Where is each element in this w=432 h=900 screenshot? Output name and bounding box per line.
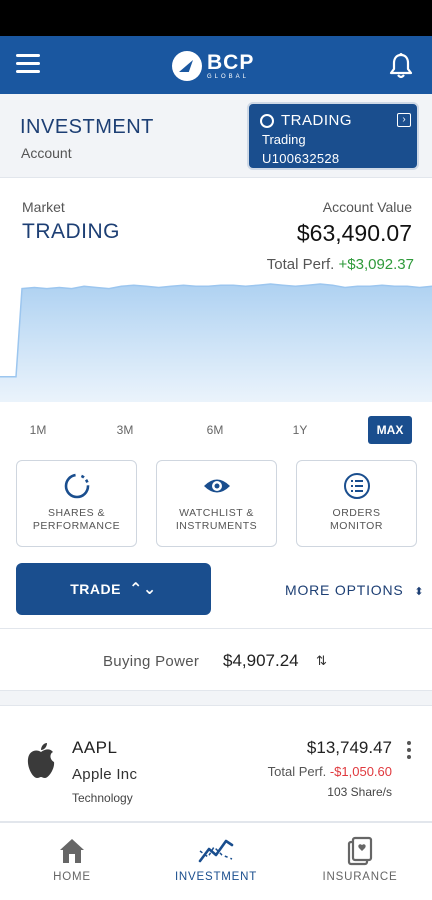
- position-perf-label: Total Perf.: [267, 764, 327, 779]
- nav-insurance[interactable]: INSURANCE: [288, 823, 432, 900]
- sort-arrows-icon: ⬍: [414, 586, 425, 598]
- range-3m[interactable]: 3M: [105, 416, 145, 444]
- range-1y[interactable]: 1Y: [280, 416, 320, 444]
- account-value: $63,490.07: [296, 220, 412, 246]
- shares-performance-icon: [64, 473, 89, 499]
- bell-icon[interactable]: [388, 52, 414, 80]
- buying-power-row[interactable]: Buying Power $4,907.24 ⇅: [0, 628, 432, 691]
- account-section: INVESTMENT Account TRADING Trading U1006…: [0, 94, 432, 178]
- bottom-navigation: HOME INVESTMENT INSURANCE: [0, 822, 432, 900]
- hamburger-menu-icon[interactable]: [16, 54, 40, 76]
- bcp-logo: BCP GLOBAL: [172, 50, 254, 82]
- tile-label-line1: SHARES &: [47, 507, 106, 519]
- account-title: INVESTMENT: [20, 116, 154, 138]
- swap-arrows-icon[interactable]: ⇅: [316, 653, 327, 669]
- total-performance: Total Perf. +$3,092.37: [267, 256, 414, 273]
- account-type: Trading: [262, 132, 306, 147]
- quick-actions: SHARES & PERFORMANCE WATCHLIST & INSTRUM…: [16, 460, 417, 548]
- range-max[interactable]: MAX: [368, 416, 412, 444]
- account-id: U100632528: [262, 151, 340, 166]
- market-value: TRADING: [22, 220, 120, 243]
- total-perf-value: +$3,092.37: [338, 256, 415, 273]
- switch-account-icon[interactable]: ›: [397, 113, 411, 127]
- orders-monitor-tile[interactable]: ORDERS MONITOR: [296, 460, 417, 547]
- position-ticker: AAPL: [72, 738, 118, 757]
- position-company: Apple Inc: [72, 766, 138, 783]
- section-divider: [0, 691, 432, 706]
- account-name: TRADING: [281, 112, 352, 129]
- trade-button[interactable]: TRADE ⌃⌄: [16, 563, 211, 615]
- time-range-selector: 1M 3M 6M 1Y MAX: [0, 414, 432, 446]
- total-perf-label: Total Perf.: [266, 256, 335, 273]
- tile-label-line2: MONITOR: [330, 520, 383, 532]
- tile-label-line2: INSTRUMENTS: [175, 520, 258, 532]
- performance-chart[interactable]: [0, 280, 432, 402]
- watchlist-tile[interactable]: WATCHLIST & INSTRUMENTS: [156, 460, 277, 547]
- status-bar: [0, 0, 432, 36]
- logo-mark-icon: [172, 51, 202, 81]
- chart-line-icon: [198, 839, 234, 863]
- apple-logo-icon: [27, 743, 55, 778]
- chevron-up-down-icon: ⌃⌄: [128, 581, 157, 598]
- account-value-label: Account Value: [322, 199, 412, 215]
- position-perf-value: -$1,050.60: [329, 764, 392, 779]
- market-label: Market: [22, 199, 65, 215]
- nav-home[interactable]: HOME: [0, 823, 144, 900]
- tile-label-line1: WATCHLIST &: [179, 507, 254, 519]
- home-icon: [60, 839, 84, 863]
- nav-home-label: HOME: [53, 871, 91, 883]
- insurance-card-icon: [347, 836, 373, 866]
- position-sector: Technology: [72, 791, 133, 805]
- trade-button-label: TRADE: [70, 581, 121, 597]
- shares-performance-tile[interactable]: SHARES & PERFORMANCE: [16, 460, 137, 547]
- radio-circle-icon: [260, 114, 274, 128]
- logo-subtext: GLOBAL: [207, 74, 250, 80]
- nav-investment[interactable]: INVESTMENT: [144, 823, 288, 900]
- buying-power-label: Buying Power: [103, 653, 200, 670]
- app-header: BCP GLOBAL: [0, 36, 432, 94]
- buying-power-value: $4,907.24: [223, 651, 299, 670]
- position-performance: Total Perf. -$1,050.60: [268, 764, 392, 779]
- orders-list-icon: [343, 473, 370, 499]
- position-shares: 103 Share/s: [327, 785, 392, 799]
- nav-insurance-label: INSURANCE: [322, 871, 398, 883]
- more-options-label: MORE OPTIONS: [285, 582, 404, 598]
- range-1m[interactable]: 1M: [18, 416, 58, 444]
- account-subtitle: Account: [21, 145, 72, 161]
- more-options-button[interactable]: MORE OPTIONS ⬍: [285, 582, 424, 598]
- range-6m[interactable]: 6M: [195, 416, 235, 444]
- account-selector-card[interactable]: TRADING Trading U100632528 ›: [247, 102, 419, 170]
- chart-area: [0, 284, 432, 402]
- nav-investment-label: INVESTMENT: [174, 871, 258, 883]
- more-vert-icon[interactable]: [406, 741, 412, 761]
- tile-label-line1: ORDERS: [332, 507, 381, 519]
- position-row[interactable]: AAPL Apple Inc Technology $13,749.47 Tot…: [0, 707, 432, 822]
- logo-text: BCP: [207, 51, 255, 74]
- tile-label-line2: PERFORMANCE: [32, 520, 121, 532]
- eye-icon: [203, 479, 230, 493]
- position-value: $13,749.47: [306, 738, 392, 757]
